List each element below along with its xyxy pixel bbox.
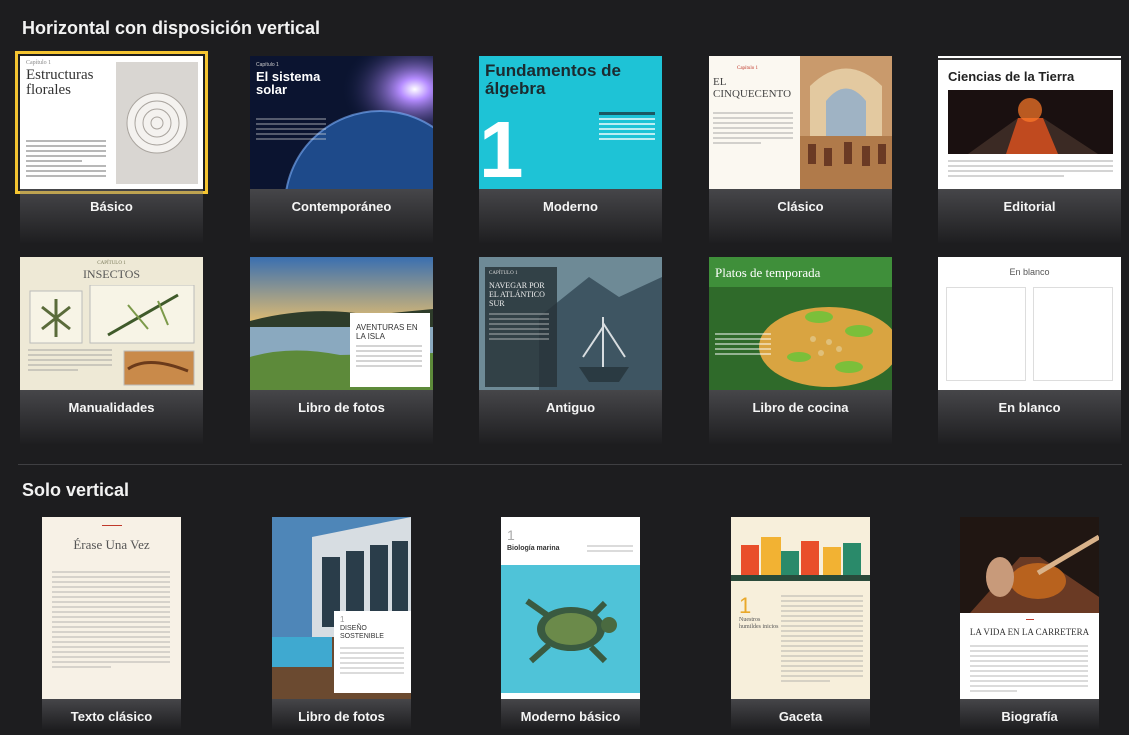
guitar-image (960, 517, 1099, 613)
template-thumbnail[interactable]: Capítulo 1 Estructuras florales (15, 51, 208, 194)
template-label: Moderno básico (501, 699, 640, 729)
template-contemporaneo[interactable]: Capítulo 1 El sistema solar Contemporáne… (250, 56, 433, 243)
template-label: Moderno (479, 189, 662, 243)
template-thumbnail[interactable]: 1 Nuestros humildes inicios (731, 517, 870, 699)
thumb-number: 1 (507, 527, 515, 543)
template-label: Biografía (960, 699, 1099, 729)
section-divider (18, 464, 1122, 465)
template-thumbnail[interactable]: CAPÍTULO 1 INSECTOS (20, 257, 203, 390)
template-libro-de-cocina[interactable]: Platos de temporada Libro de cocina (709, 257, 892, 444)
template-thumbnail[interactable]: Érase Una Vez (42, 517, 181, 699)
thumb-title: Platos de temporada (715, 265, 821, 280)
template-label: Básico (20, 189, 203, 243)
template-label: Gaceta (731, 699, 870, 729)
thumb-title: EL CINQUECENTO (713, 76, 792, 100)
template-label: Contemporáneo (250, 189, 433, 243)
thumb-title: INSECTOS (82, 267, 141, 281)
turtle-image (501, 565, 640, 693)
template-basico[interactable]: Capítulo 1 Estructuras florales Básico (15, 51, 208, 243)
thumb-title: Fundamentos de álgebra (485, 61, 622, 98)
thumb-title: Biología marina (507, 545, 560, 552)
template-biografia[interactable]: LA VIDA EN LA CARRETERA Biografía (960, 517, 1099, 729)
template-label: Libro de fotos (272, 699, 411, 729)
flower-image (116, 62, 198, 184)
template-thumbnail[interactable]: AVENTURAS EN LA ISLA (250, 257, 433, 390)
fresco-image (800, 56, 892, 189)
template-thumbnail[interactable]: Platos de temporada (709, 257, 892, 390)
thumb-title: AVENTURAS EN LA ISLA (356, 323, 418, 341)
thumb-tag: Capítulo 1 (737, 66, 758, 71)
template-label: Editorial (938, 189, 1121, 243)
thumb-title: NAVEGAR POR EL ATLÁNTICO SUR (489, 281, 545, 308)
thumb-title: Ciencias de la Tierra (948, 69, 1075, 84)
template-moderno[interactable]: Fundamentos de álgebra 1 Moderno (479, 56, 662, 243)
template-label: Manualidades (20, 390, 203, 444)
template-thumbnail[interactable]: Fundamentos de álgebra 1 (479, 56, 662, 189)
template-label: Antiguo (479, 390, 662, 444)
section-title-portrait: Solo vertical (22, 480, 130, 500)
template-label: En blanco (938, 390, 1121, 444)
thumb-number: 1 (739, 593, 752, 618)
section-title-landscape: Horizontal con disposición vertical (22, 18, 321, 38)
thumb-title: DISEÑO SOSTENIBLE (340, 625, 384, 640)
thumb-tag: Capítulo 1 (26, 60, 52, 66)
template-gaceta[interactable]: 1 Nuestros humildes inicios Gaceta (731, 517, 870, 729)
template-manualidades[interactable]: CAPÍTULO 1 INSECTOS Manualidades (20, 257, 203, 444)
thumb-title: Estructuras florales (26, 67, 94, 98)
thumb-title: Érase Una Vez (73, 537, 150, 552)
village-image (731, 517, 870, 587)
thumb-title: LA VIDA EN LA CARRETERA (969, 627, 1090, 637)
template-thumbnail[interactable]: Capítulo 1 EL CINQUECENTO (709, 56, 892, 189)
template-thumbnail[interactable]: En blanco (938, 257, 1121, 390)
thumb-tag: CAPÍTULO 1 (97, 261, 126, 266)
thumb-title: Nuestros humildes inicios (739, 617, 779, 630)
template-clasico[interactable]: Capítulo 1 EL CINQUECENTO Clásico (709, 56, 892, 243)
template-thumbnail[interactable]: Capítulo 1 El sistema solar (250, 56, 433, 189)
thumb-tag: Capítulo 1 (256, 62, 279, 68)
template-thumbnail[interactable]: CAPÍTULO 1 NAVEGAR POR EL ATLÁNTICO SUR (479, 257, 662, 390)
template-label: Texto clásico (42, 699, 181, 729)
thumb-number: 1 (340, 615, 345, 624)
volcano-image (948, 90, 1113, 154)
template-texto-clasico[interactable]: Érase Una Vez Texto clásico (42, 517, 181, 729)
template-moderno-basico[interactable]: 1 Biología marina Moderno básico (501, 517, 640, 729)
thumb-title: El sistema solar (256, 69, 321, 97)
template-label: Libro de cocina (709, 390, 892, 444)
thumb-tag: CAPÍTULO 1 (489, 271, 518, 276)
template-thumbnail[interactable]: Ciencias de la Tierra (938, 56, 1121, 189)
template-libro-de-fotos[interactable]: AVENTURAS EN LA ISLA Libro de fotos (250, 257, 433, 444)
template-editorial[interactable]: Ciencias de la Tierra Editorial (938, 56, 1121, 243)
template-libro-de-fotos-vertical[interactable]: 1 DISEÑO SOSTENIBLE Libro de fotos (272, 517, 411, 729)
template-thumbnail[interactable]: 1 Biología marina (501, 517, 640, 699)
template-en-blanco[interactable]: En blanco En blanco (938, 257, 1121, 444)
template-thumbnail[interactable]: 1 DISEÑO SOSTENIBLE (272, 517, 411, 699)
template-antiguo[interactable]: CAPÍTULO 1 NAVEGAR POR EL ATLÁNTICO SUR … (479, 257, 662, 444)
thumb-number: 1 (479, 105, 524, 190)
template-thumbnail[interactable]: LA VIDA EN LA CARRETERA (960, 517, 1099, 699)
template-label: Libro de fotos (250, 390, 433, 444)
template-label: Clásico (709, 189, 892, 243)
thumb-title: En blanco (1009, 267, 1050, 277)
